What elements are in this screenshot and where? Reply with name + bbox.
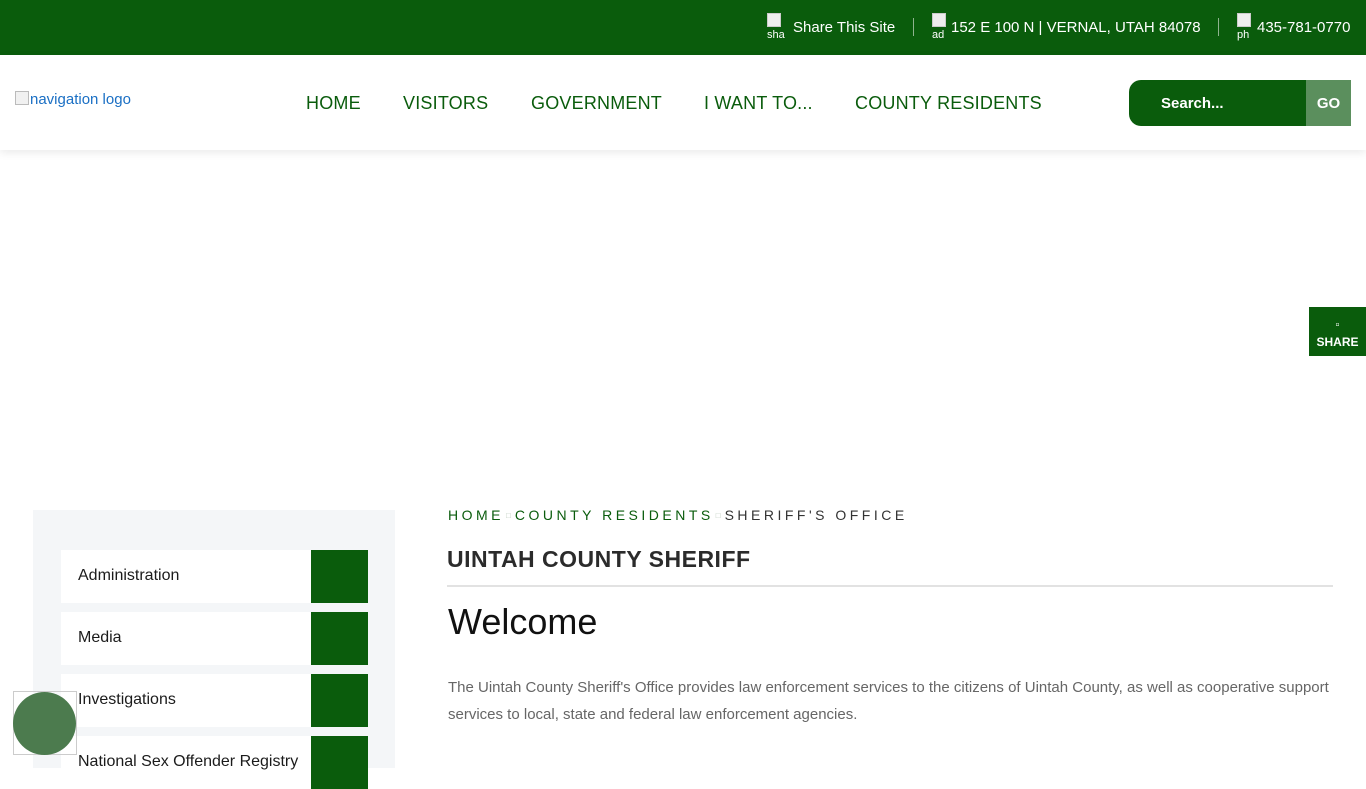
phone-link[interactable]: ph 435-781-0770 [1237, 0, 1350, 55]
location-icon: ad [932, 12, 946, 43]
share-icon: sha [767, 12, 785, 43]
search-go-button[interactable]: GO [1306, 80, 1351, 126]
sidebar-item-label: National Sex Offender Registry [78, 753, 299, 770]
nav-i-want-to[interactable]: I WANT TO... [704, 93, 813, 114]
sidebar-item-label: Investigations [78, 691, 176, 708]
site-header: navigation logo HOME VISITORS GOVERNMENT… [0, 55, 1366, 150]
nav-visitors[interactable]: VISITORS [403, 93, 488, 114]
divider [1218, 18, 1219, 36]
share-site-label: Share This Site [793, 19, 896, 36]
sidebar-item-sex-offender-registry[interactable]: National Sex Offender Registry [61, 736, 368, 789]
nav-county-residents[interactable]: COUNTY RESIDENTS [855, 93, 1042, 114]
sidebar-item-label: Administration [78, 567, 180, 584]
intro-paragraph: The Uintah County Sheriff's Office provi… [448, 679, 1329, 723]
sidebar-expand-button[interactable] [311, 612, 368, 665]
breadcrumb-separator: □ [715, 511, 721, 520]
welcome-heading: Welcome [448, 601, 598, 642]
nav-government[interactable]: GOVERNMENT [531, 93, 662, 114]
title-divider [447, 585, 1333, 587]
address-text: 152 E 100 N | VERNAL, UTAH 84078 [951, 19, 1201, 36]
breadcrumb-home[interactable]: HOME [448, 507, 504, 523]
navigation-logo[interactable]: navigation logo [15, 91, 131, 108]
breadcrumb-county-residents[interactable]: COUNTY RESIDENTS [515, 507, 714, 523]
share-icon: ▫ [1335, 319, 1340, 331]
search-form: GO [1129, 80, 1351, 126]
search-field-wrapper [1129, 80, 1307, 126]
sidebar-item-media[interactable]: Media [61, 612, 368, 665]
share-tab-button[interactable]: ▫ SHARE [1309, 307, 1366, 356]
divider [913, 18, 914, 36]
breadcrumb-separator: □ [506, 511, 511, 520]
breadcrumb: HOME □ COUNTY RESIDENTS □ SHERIFF'S OFFICE [448, 507, 908, 523]
search-input[interactable] [1161, 93, 1301, 113]
sidebar-item-administration[interactable]: Administration [61, 550, 368, 603]
sidebar-menu: Administration Media Investigations Nati… [33, 510, 395, 789]
phone-icon: ph [1237, 12, 1253, 43]
accessibility-icon [13, 692, 76, 755]
sidebar-expand-button[interactable] [311, 736, 368, 789]
breadcrumb-current: SHERIFF'S OFFICE [724, 507, 908, 523]
nav-home[interactable]: HOME [306, 93, 361, 114]
sidebar-item-label: Media [78, 629, 122, 646]
sidebar-item-investigations[interactable]: Investigations [61, 674, 368, 727]
page-title: UINTAH COUNTY SHERIFF [447, 546, 751, 572]
share-tab-label: SHARE [1316, 335, 1359, 349]
top-bar: sha Share This Site ad 152 E 100 N | VER… [0, 0, 1366, 55]
sidebar-expand-button[interactable] [311, 674, 368, 727]
phone-text: 435-781-0770 [1257, 19, 1351, 36]
share-site-link[interactable]: sha Share This Site [767, 0, 895, 55]
accessibility-button[interactable] [13, 691, 77, 755]
address-link[interactable]: ad 152 E 100 N | VERNAL, UTAH 84078 [932, 0, 1201, 55]
sidebar-expand-button[interactable] [311, 550, 368, 603]
